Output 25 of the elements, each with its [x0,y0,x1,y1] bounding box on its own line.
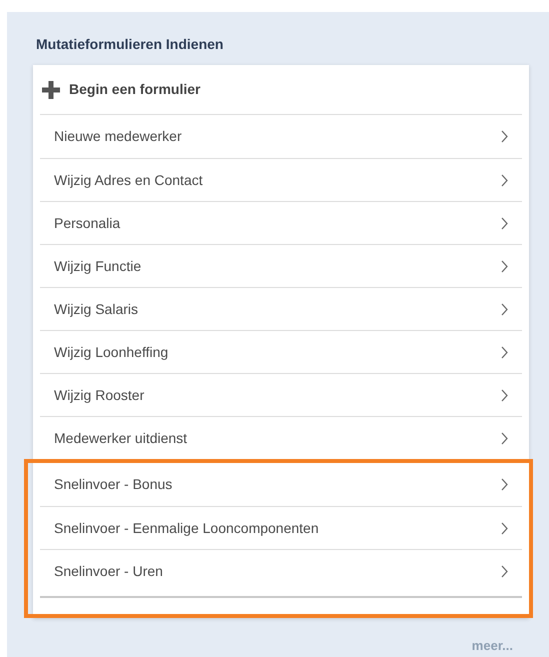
chevron-right-icon [501,522,508,534]
form-list-item[interactable]: Personalia [40,201,522,244]
chevron-right-icon [501,346,508,358]
form-list-item[interactable]: Nieuwe medewerker [40,115,522,158]
chevron-right-icon [501,260,508,272]
form-list-item[interactable]: Snelinvoer - Bonus [40,463,522,506]
panel-title: Mutatieformulieren Indienen [35,35,224,54]
chevron-right-icon [501,564,508,578]
plus-icon [42,80,60,98]
form-list-item[interactable]: Wijzig Loonheffing [40,330,522,373]
begin-form-header[interactable]: Begin een formulier [40,65,522,115]
form-list-item[interactable]: Wijzig Rooster [40,373,522,416]
form-list-item[interactable]: Snelinvoer - Uren [40,549,522,592]
chevron-right-icon [501,432,508,444]
chevron-right-icon [501,130,508,143]
chevron-right-icon [501,174,508,186]
chevron-right-icon [501,388,508,402]
form-list-item[interactable]: Wijzig Salaris [40,287,522,330]
form-list-item[interactable]: Wijzig Adres en Contact [40,158,522,201]
chevron-right-icon [501,216,508,230]
form-list-item[interactable]: Snelinvoer - Eenmalige Looncomponenten [40,506,522,549]
form-list-item[interactable]: Wijzig Functie [40,244,522,287]
chevron-right-icon [501,302,508,316]
form-list-item[interactable]: Medewerker uitdienst [40,416,522,459]
chevron-right-icon [501,478,508,491]
